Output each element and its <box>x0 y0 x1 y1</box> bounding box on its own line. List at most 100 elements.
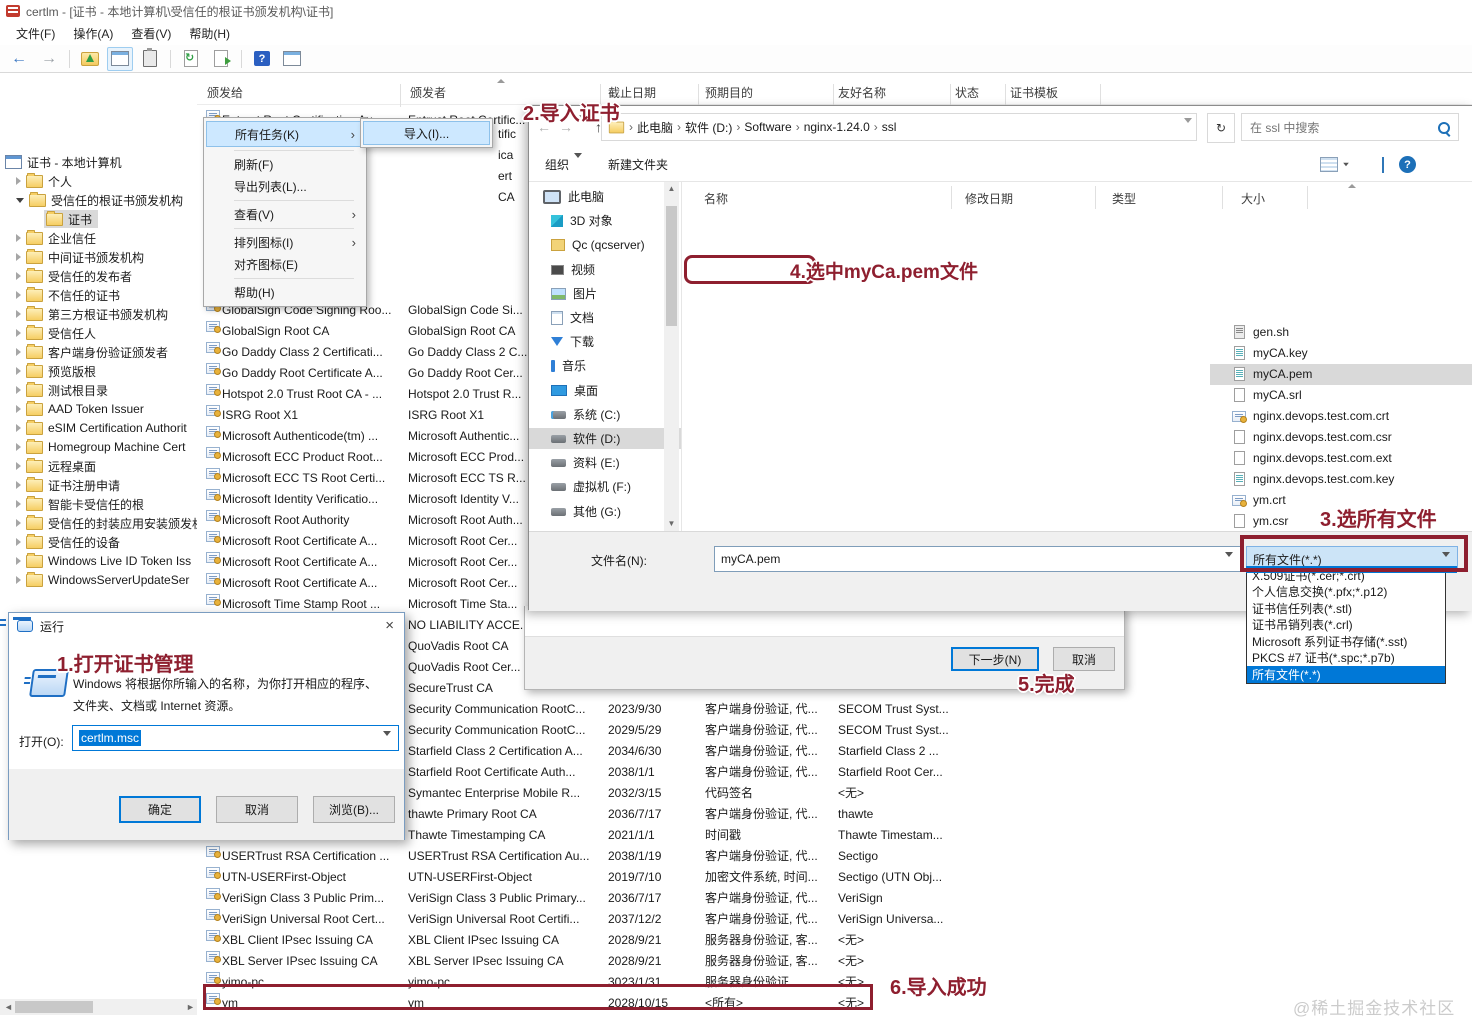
scroll-up-icon[interactable]: ▲ <box>666 184 677 193</box>
breadcrumb-dropdown-icon[interactable] <box>1184 123 1192 137</box>
cancel-button[interactable]: 取消 <box>216 796 298 823</box>
file-row[interactable]: myCA.key2023/10/17 0:07KEY 文件2 KB <box>1210 343 1472 364</box>
change-view-button[interactable] <box>1320 157 1350 172</box>
sidebar-item-4[interactable]: 视频 <box>529 259 681 280</box>
certificate-row[interactable]: VeriSign Class 3 Public Prim...VeriSign … <box>0 888 1275 909</box>
file-column-header-4[interactable]: 大小 <box>1241 190 1265 207</box>
close-icon[interactable]: × <box>385 617 394 634</box>
sidebar-splitter[interactable] <box>681 182 682 531</box>
column-header-5[interactable]: 友好名称 <box>838 84 886 101</box>
file-row[interactable]: nginx.devops.test.com.crt2023/10/17 0:36… <box>1210 406 1472 427</box>
new-window-icon[interactable] <box>279 47 305 71</box>
export-list-icon[interactable] <box>208 47 234 71</box>
expand-icon[interactable] <box>16 253 21 261</box>
collapse-icon[interactable] <box>16 198 24 203</box>
menu-item-import[interactable]: 导入(I)... <box>363 121 490 145</box>
chevron-down-icon[interactable] <box>383 736 391 750</box>
breadcrumb-item[interactable]: ssl <box>882 120 897 134</box>
breadcrumb-item[interactable]: 此电脑 <box>637 119 673 136</box>
tree-item-1[interactable]: 个人 <box>16 172 72 190</box>
breadcrumb-item[interactable]: 软件 (D:) <box>685 119 732 136</box>
filetype-option-2[interactable]: 个人信息交换(*.pfx;*.p12) <box>1247 584 1445 601</box>
sidebar-item-13[interactable]: 虚拟机 (F:) <box>529 476 681 497</box>
certificate-row[interactable]: VeriSign Universal Root Cert...VeriSign … <box>0 909 1275 930</box>
column-header-6[interactable]: 状态 <box>955 84 979 101</box>
menu-item-查看V[interactable]: 查看(V)› <box>206 203 364 225</box>
menu-help[interactable]: 帮助(H) <box>181 22 238 45</box>
sidebar-scrollbar-thumb[interactable] <box>666 206 677 326</box>
sidebar-item-14[interactable]: 其他 (G:) <box>529 501 681 522</box>
certificate-row[interactable]: XBL Client IPsec Issuing CAXBL Client IP… <box>0 930 1275 951</box>
organize-dropdown-icon[interactable] <box>574 158 582 172</box>
tree-item-6[interactable]: 受信任的发布者 <box>16 267 132 285</box>
expand-icon[interactable] <box>16 177 21 185</box>
back-icon[interactable]: ← <box>6 47 32 71</box>
search-input[interactable]: 在 ssl 中搜索 <box>1241 113 1459 141</box>
tree-item-2[interactable]: 受信任的根证书颁发机构 <box>16 191 183 209</box>
scroll-down-icon[interactable]: ▼ <box>666 519 677 528</box>
filename-input[interactable]: myCA.pem <box>714 546 1241 572</box>
file-row[interactable]: nginx.devops.test.com.csr2023/10/17 0:35… <box>1210 427 1472 448</box>
file-row[interactable]: myCA.pem2023/10/17 0:09PEM 文件2 KB <box>1210 364 1472 385</box>
menu-action[interactable]: 操作(A) <box>65 22 121 45</box>
folder-up-icon[interactable] <box>77 47 103 71</box>
sidebar-item-3[interactable]: Qc (qcserver) <box>529 234 681 255</box>
new-folder-button[interactable]: 新建文件夹 <box>608 156 668 173</box>
column-header-7[interactable]: 证书模板 <box>1010 84 1058 101</box>
preview-pane-icon[interactable] <box>1382 158 1384 172</box>
explorer-help-icon[interactable]: ? <box>1399 156 1416 173</box>
sidebar-item-5[interactable]: 图片 <box>529 283 681 304</box>
expand-icon[interactable] <box>16 234 21 242</box>
menu-item-all-tasks[interactable]: 所有任务(K)› <box>206 121 364 147</box>
file-row[interactable]: nginx.devops.test.com.ext2023/10/17 0:36… <box>1210 448 1472 469</box>
tree-item-4[interactable]: 企业信任 <box>16 229 96 247</box>
file-column-header-3[interactable]: 类型 <box>1112 190 1136 207</box>
filetype-option-7[interactable]: 所有文件(*.*) <box>1247 666 1445 683</box>
menu-item-导出列表L[interactable]: 导出列表(L)... <box>206 175 364 197</box>
file-row[interactable]: myCA.srl2023/10/17 0:36SRL 文件1 KB <box>1210 385 1472 406</box>
column-header-2[interactable]: 颁发者 <box>410 84 446 101</box>
menu-file[interactable]: 文件(F) <box>8 22 63 45</box>
certificate-row[interactable]: XBL Server IPsec Issuing CAXBL Server IP… <box>0 951 1275 972</box>
sidebar-item-7[interactable]: 下载 <box>529 331 681 352</box>
breadcrumb-item[interactable]: nginx-1.24.0 <box>804 120 870 134</box>
breadcrumb-item[interactable]: Software <box>744 120 791 134</box>
file-row[interactable]: nginx.devops.test.com.key2023/10/17 0:35… <box>1210 469 1472 490</box>
tree-item-5[interactable]: 中间证书颁发机构 <box>16 248 144 266</box>
console-window-icon[interactable] <box>107 47 133 71</box>
filetype-option-4[interactable]: 证书吊销列表(*.crl) <box>1247 617 1445 634</box>
sidebar-item-2[interactable]: 3D 对象 <box>529 210 681 231</box>
filetype-option-3[interactable]: 证书信任列表(*.stl) <box>1247 600 1445 617</box>
sidebar-item-1[interactable]: 此电脑 <box>529 186 678 207</box>
certificate-row[interactable]: UTN-USERFirst-ObjectUTN-USERFirst-Object… <box>0 867 1275 888</box>
filetype-option-6[interactable]: PKCS #7 证书(*.spc;*.p7b) <box>1247 650 1445 667</box>
file-column-header-2[interactable]: 修改日期 <box>965 190 1013 207</box>
open-input[interactable]: certlm.msc <box>72 725 399 751</box>
sidebar-item-8[interactable]: 音乐 <box>529 355 681 376</box>
sidebar-item-12[interactable]: 资料 (E:) <box>529 452 681 473</box>
sidebar-item-10[interactable]: 系统 (C:) <box>529 404 681 425</box>
browse-button[interactable]: 浏览(B)... <box>313 796 395 823</box>
breadcrumb[interactable]: ›此电脑›软件 (D:)›Software›nginx-1.24.0›ssl <box>601 113 1197 141</box>
file-column-header-1[interactable]: 名称 <box>704 190 728 207</box>
sidebar-item-6[interactable]: 文档 <box>529 307 681 328</box>
forward-icon[interactable]: → <box>36 47 62 71</box>
tree-root-certificates[interactable]: 证书 - 本地计算机 <box>5 153 122 171</box>
file-row[interactable]: gen.sh2023/10/16 23:55SH 源文件1 KB <box>1210 322 1472 343</box>
menu-item-对齐图标E[interactable]: 对齐图标(E) <box>206 253 364 275</box>
certificate-row[interactable]: USERTrust RSA Certification ...USERTrust… <box>0 846 1275 867</box>
menu-item-刷新F[interactable]: 刷新(F) <box>206 153 364 175</box>
help-icon[interactable]: ? <box>249 47 275 71</box>
filetype-option-5[interactable]: Microsoft 系列证书存储(*.sst) <box>1247 633 1445 650</box>
organize-button[interactable]: 组织 <box>545 156 569 173</box>
menu-item-帮助H[interactable]: 帮助(H) <box>206 281 364 303</box>
ok-button[interactable]: 确定 <box>119 796 201 823</box>
chevron-down-icon[interactable] <box>1225 557 1233 571</box>
menu-item-排列图标I[interactable]: 排列图标(I)› <box>206 231 364 253</box>
sidebar-item-11[interactable]: 软件 (D:) <box>529 428 681 449</box>
tree-item-3[interactable]: 证书 <box>44 210 98 228</box>
sidebar-item-9[interactable]: 桌面 <box>529 380 681 401</box>
refresh-icon[interactable] <box>178 47 204 71</box>
column-header-4[interactable]: 预期目的 <box>705 84 753 101</box>
menu-view[interactable]: 查看(V) <box>123 22 179 45</box>
